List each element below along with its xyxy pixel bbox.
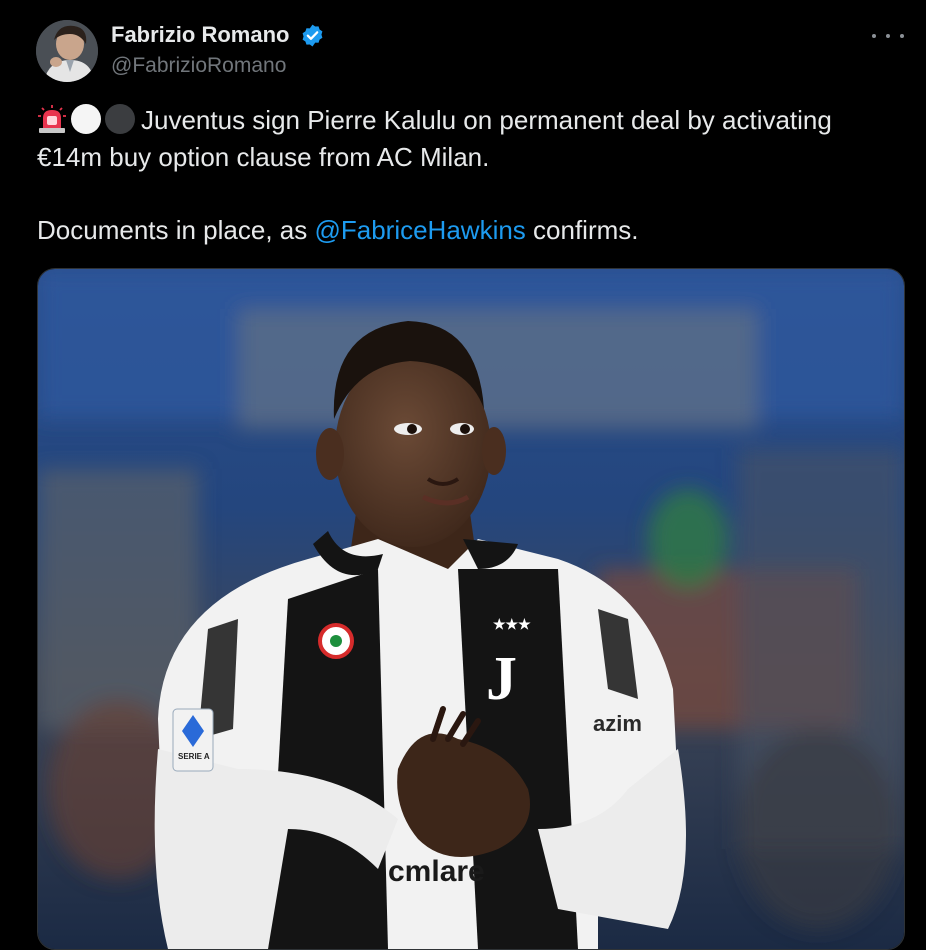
jersey-sponsor-text: cmlare (388, 855, 485, 888)
emoji-row (37, 104, 135, 134)
tweet-text: Juventus sign Pierre Kalulu on permanent… (37, 102, 897, 249)
police-siren-icon (38, 105, 66, 133)
serie-a-patch-text: SERIE A (178, 752, 210, 761)
svg-text:J: J (486, 645, 517, 713)
tweet-para2-prefix: Documents in place, as (37, 215, 315, 245)
author-handle[interactable]: @FabrizioRomano (111, 54, 286, 78)
avatar-image (36, 20, 98, 82)
avatar[interactable] (36, 20, 98, 82)
tweet-paragraph-2: Documents in place, as @FabriceHawkins c… (37, 212, 897, 249)
verified-badge-icon (302, 24, 323, 47)
tweet-line-1: Juventus sign Pierre Kalulu on permanent… (37, 105, 832, 172)
sleeve-sponsor-text: azim (593, 711, 642, 736)
mention-link[interactable]: @FabriceHawkins (314, 215, 525, 245)
tweet-media-photo[interactable]: ★★★ J azim SERIE A cmlare (37, 268, 905, 950)
tweet-para2-suffix: confirms. (525, 215, 639, 245)
more-options-button[interactable] (872, 24, 904, 48)
author-name[interactable]: Fabrizio Romano (111, 22, 289, 48)
player-photo: ★★★ J azim SERIE A cmlare (38, 269, 904, 949)
tweet-card: Fabrizio Romano @FabrizioRomano Juventus… (0, 0, 926, 950)
svg-text:★★★: ★★★ (493, 616, 531, 632)
white-circle-icon (71, 104, 101, 134)
black-circle-icon (105, 104, 135, 134)
more-horizontal-icon (872, 34, 876, 38)
